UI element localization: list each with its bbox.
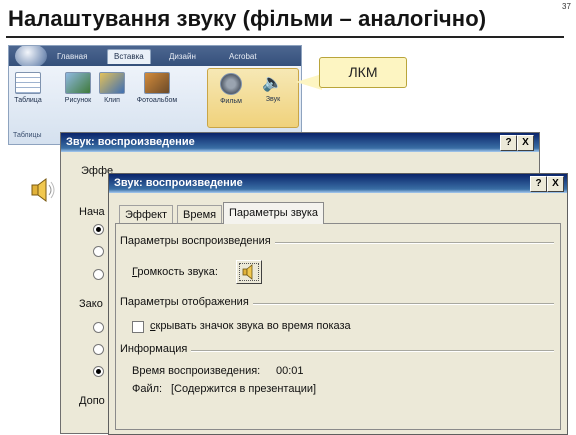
ribbon-tab-design[interactable]: Дизайн [169,52,196,61]
table-button[interactable]: Таблица [11,72,45,104]
help-button[interactable]: ? [530,176,547,192]
office-button[interactable] [15,46,47,68]
file-label: Файл: [132,383,163,395]
sound-button-label: Звук [265,96,281,103]
back-dialog-titlebar: Звук: воспроизведение [61,133,539,152]
speaker-icon: 🔈 [262,73,284,92]
clip-button-label: Клип [104,97,120,104]
ribbon-tab-home[interactable]: Главная [57,52,87,61]
front-dialog-titlebar: Звук: воспроизведение [109,174,567,193]
back-close-button[interactable]: X [517,135,534,151]
hide-icon-checkbox[interactable] [132,321,144,333]
tab-panel: Параметры воспроизведения Громкость звук… [115,223,561,430]
photo-album-button-label: Фотоальбом [136,97,178,104]
slide-speaker-icon[interactable] [30,177,58,203]
back-radio-3[interactable] [93,269,104,280]
photo-album-button[interactable]: Фотоальбом [131,72,183,104]
front-dialog-title: Звук: воспроизведение [114,177,243,189]
tab-effect[interactable]: Эффект [119,205,174,224]
volume-speaker-icon [242,264,253,280]
ribbon-tab-insert[interactable]: Вставка [107,49,151,64]
sound-playback-dialog: Звук: воспроизведение ? X Эффект Время П… [108,173,568,435]
info-section-title: Информация [120,343,192,355]
tab-sound-settings[interactable]: Параметры звука [223,202,325,224]
back-section-after: Зако [79,298,103,310]
picture-button[interactable]: Рисунок [61,72,95,104]
clip-button[interactable]: Клип [95,72,129,104]
ribbon-tabstrip [9,46,301,66]
picture-button-label: Рисунок [64,97,92,104]
ribbon-tab-acrobat[interactable]: Acrobat [229,52,257,61]
file-value: [Содержится в презентации] [171,383,317,395]
back-help-button[interactable]: ? [500,135,517,151]
back-section-start: Нача [79,206,105,218]
sound-button[interactable]: 🔈 Звук [256,73,290,103]
page-number: 37 [562,2,571,11]
film-reel-icon [220,73,242,95]
back-radio-4[interactable] [93,322,104,333]
back-radio-5[interactable] [93,344,104,355]
display-section-title: Параметры отображения [120,296,253,308]
ribbon: Главная Вставка Дизайн Acrobat Таблица Р… [8,45,302,145]
back-radio-2[interactable] [93,246,104,257]
ribbon-group-label: Таблицы [13,132,42,139]
title-underline [6,36,564,38]
table-icon [15,72,41,94]
movie-button[interactable]: Фильм [214,73,248,105]
slide-title: Налаштування звуку (фільми – аналогічно) [8,6,487,31]
volume-label: Громкость звука: [132,266,218,278]
back-radio-6[interactable] [93,366,104,377]
hide-icon-label: скрывать значок звука во время показа [150,320,351,332]
playback-section-title: Параметры воспроизведения [120,235,275,247]
table-button-label: Таблица [14,97,42,104]
tab-timing[interactable]: Время [177,205,223,224]
movie-button-label: Фильм [220,98,242,105]
back-radio-1[interactable] [93,224,104,235]
duration-value: 00:01 [276,365,304,377]
clip-icon [99,72,125,94]
back-dialog-title: Звук: воспроизведение [66,136,195,148]
callout: ЛКМ [319,57,407,88]
photo-album-icon [144,72,170,94]
media-group: Фильм 🔈 Звук [207,68,299,128]
duration-label: Время воспроизведения: [132,365,261,377]
back-section-extra: Допо [79,395,105,407]
volume-button[interactable] [236,260,262,284]
picture-icon [65,72,91,94]
close-button[interactable]: X [547,176,564,192]
